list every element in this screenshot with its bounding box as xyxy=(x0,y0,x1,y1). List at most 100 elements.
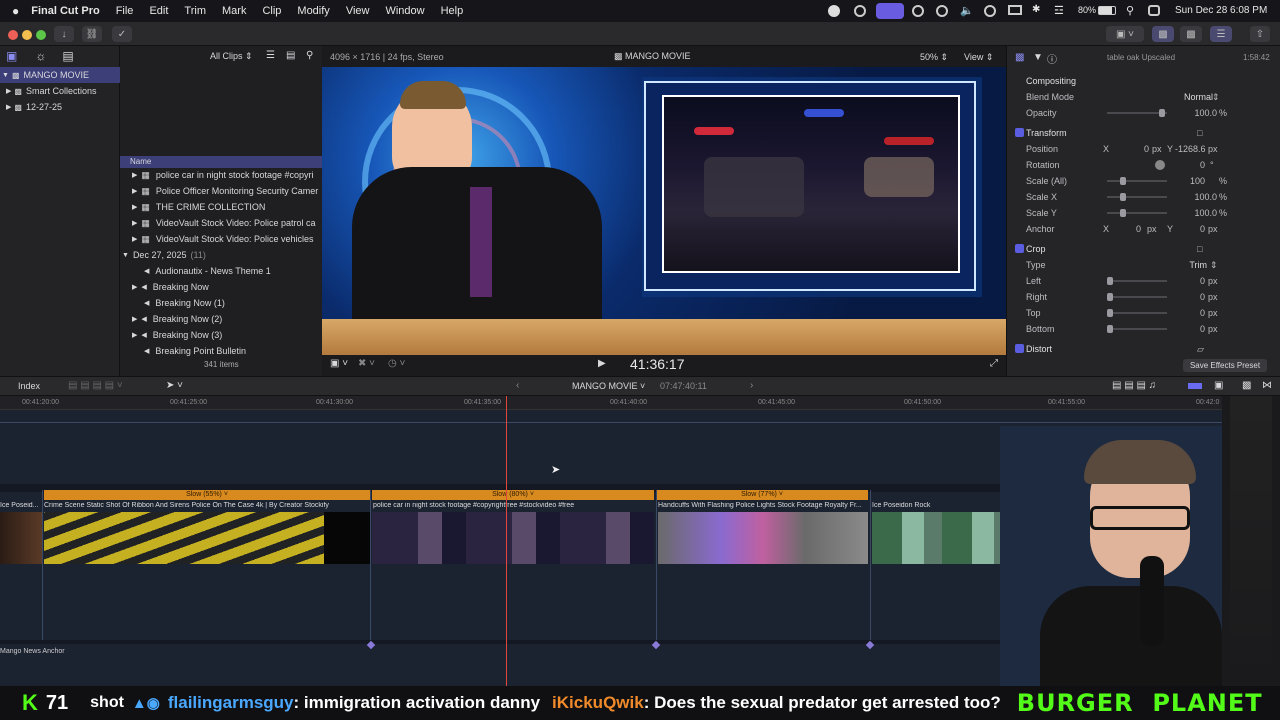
info-inspector-icon[interactable]: ⓘ xyxy=(1047,51,1057,66)
list-item[interactable]: ▶ ▦ police car in night stock footage #cop… xyxy=(120,167,322,183)
slider-knob[interactable] xyxy=(1120,177,1126,185)
clip-appearance-icon[interactable]: ▣ xyxy=(1214,380,1223,391)
apple-icon[interactable]: ● xyxy=(12,4,19,18)
list-item[interactable]: ▶ ◀ Breaking Now (2) xyxy=(120,311,322,327)
disclosure-icon[interactable]: ▶ xyxy=(6,87,11,95)
photos-icon[interactable]: ☼ xyxy=(35,49,46,63)
crop-overlay-icon[interactable]: □ xyxy=(1197,244,1202,254)
menu-help[interactable]: Help xyxy=(441,5,464,17)
menu-edit[interactable]: Edit xyxy=(149,5,168,17)
video-inspector-icon[interactable]: ▩ xyxy=(1015,52,1024,63)
list-item[interactable]: ▶ ▦ VideoVault Stock Video: Police vehicle… xyxy=(120,231,322,247)
blend-mode-row[interactable]: Blend Mode Normal ⇕ xyxy=(1007,89,1280,105)
zoom-button[interactable] xyxy=(36,30,46,40)
date-group[interactable]: ▼ Dec 27, 2025 (11) xyxy=(120,247,322,263)
transform-tool-icon[interactable]: ✖ ˅ xyxy=(358,358,375,369)
app-menu[interactable]: Final Cut Pro xyxy=(31,5,99,17)
menu-clip[interactable]: Clip xyxy=(262,5,281,17)
list-view-icon[interactable]: ☰ xyxy=(266,50,275,61)
view-menu[interactable]: View ⇕ xyxy=(964,52,993,63)
clip-thumbnail[interactable] xyxy=(324,512,370,564)
scale-x-row[interactable]: Scale X 100.0% xyxy=(1007,189,1280,205)
clip-thumbnail[interactable] xyxy=(0,512,42,564)
share-icon[interactable]: ⇧ xyxy=(1250,26,1270,42)
control-center-icon[interactable] xyxy=(1148,5,1160,16)
list-item[interactable]: ◀ Breaking Now (1) xyxy=(120,295,322,311)
play-icon[interactable] xyxy=(936,5,948,17)
zoom-slider-icon[interactable] xyxy=(1188,383,1202,389)
speed-icon[interactable]: ◷ ˅ xyxy=(388,358,405,369)
viewer-options-icon[interactable]: ▣ ˅ xyxy=(330,358,348,369)
audio-clip-name[interactable]: Mango News Anchor xyxy=(0,648,65,655)
layout-icon[interactable]: ▩ xyxy=(1180,26,1202,42)
menu-mark[interactable]: Mark xyxy=(222,5,246,17)
crop-right-row[interactable]: Right 0 px xyxy=(1007,289,1280,305)
library-item[interactable]: ▶ ▩ 12-27-25 xyxy=(0,99,120,115)
disclosure-icon[interactable]: ▼ xyxy=(2,72,9,79)
keyword-icon[interactable]: ⛓ xyxy=(82,26,102,42)
menu-file[interactable]: File xyxy=(116,5,134,17)
volume-icon[interactable]: 🔈 xyxy=(960,4,974,17)
library-item[interactable]: ▼ ▩ MANGO MOVIE xyxy=(0,67,120,83)
library-item[interactable]: ▶ ▩ Smart Collections xyxy=(0,83,120,99)
section-compositing[interactable]: Compositing xyxy=(1007,73,1280,89)
clip-thumbnail[interactable] xyxy=(44,512,324,564)
clip-appearance-icon[interactable]: ▤ xyxy=(286,50,295,61)
crop-checkbox[interactable] xyxy=(1015,244,1024,253)
crop-slider[interactable] xyxy=(1107,296,1167,298)
scale-slider[interactable] xyxy=(1107,180,1167,182)
minimize-button[interactable] xyxy=(22,30,32,40)
list-item[interactable]: ◀ Audionautix - News Theme 1 xyxy=(120,263,322,279)
status-icon[interactable] xyxy=(828,5,840,17)
menu-window[interactable]: Window xyxy=(385,5,424,17)
clip-filter[interactable]: All Clips ⇕ xyxy=(210,51,253,62)
list-item[interactable]: ▶ ▦ THE CRIME COLLECTION xyxy=(120,199,322,215)
scale-all-row[interactable]: Scale (All) 100% xyxy=(1007,173,1280,189)
position-row[interactable]: Position X 0 px Y -1268.6 px xyxy=(1007,141,1280,157)
fullscreen-icon[interactable]: ⤢ xyxy=(990,358,998,369)
import-icon[interactable]: ↓ xyxy=(54,26,74,42)
transitions-icon[interactable]: ⋈ xyxy=(1262,380,1272,391)
list-item[interactable]: ▶ ▦ VideoVault Stock Video: Police patrol … xyxy=(120,215,322,231)
libraries-icon[interactable]: ▣ xyxy=(6,49,17,63)
screen-record-icon[interactable] xyxy=(876,3,904,19)
section-distort[interactable]: Distort ▱ xyxy=(1007,341,1280,357)
close-button[interactable] xyxy=(8,30,18,40)
scale-slider[interactable] xyxy=(1107,196,1167,198)
slider-knob[interactable] xyxy=(1159,109,1165,117)
slider-knob[interactable] xyxy=(1107,293,1113,301)
crop-bottom-row[interactable]: Bottom 0 px xyxy=(1007,321,1280,337)
clock[interactable]: Sun Dec 28 6:08 PM xyxy=(1175,5,1267,16)
timeline-ruler[interactable]: 00:41:20:00 00:41:25:00 00:41:30:00 00:4… xyxy=(0,396,1222,410)
list-item[interactable]: ◀ Breaking Point Bulletin xyxy=(120,343,322,359)
edit-tools-icon[interactable]: ▤ ▤ ▤ ▤ ˅ xyxy=(68,380,123,391)
share-menu-icon[interactable]: ▣ ˅ xyxy=(1106,26,1144,42)
playhead[interactable] xyxy=(506,396,507,686)
retime-bar[interactable]: Slow (55%) ˅ xyxy=(44,490,370,500)
timeline-index-button[interactable]: Index xyxy=(18,381,40,391)
search-icon[interactable]: ⚲ xyxy=(306,50,313,61)
search-icon[interactable]: ⚲ xyxy=(1126,4,1134,17)
list-item[interactable]: ▶ ▦ Police Officer Monitoring Security Cam… xyxy=(120,183,322,199)
zoom-menu[interactable]: 50% ⇕ xyxy=(920,52,948,63)
slider-knob[interactable] xyxy=(1107,309,1113,317)
disclosure-icon[interactable]: ▶ xyxy=(6,103,11,111)
play-button[interactable]: ▶ xyxy=(598,358,606,369)
crop-top-row[interactable]: Top 0 px xyxy=(1007,305,1280,321)
layout-icon[interactable]: ☰ xyxy=(1210,26,1232,42)
transform-checkbox[interactable] xyxy=(1015,128,1024,137)
clip-thumbnail[interactable] xyxy=(658,512,868,564)
slider-knob[interactable] xyxy=(1107,325,1113,333)
slider-knob[interactable] xyxy=(1107,277,1113,285)
titles-icon[interactable]: ▤ xyxy=(62,49,73,63)
list-item[interactable]: ▶ ◀ Breaking Now (3) xyxy=(120,327,322,343)
wifi-icon[interactable]: ☲ xyxy=(1054,4,1064,17)
section-crop[interactable]: Crop □ xyxy=(1007,241,1280,257)
menu-trim[interactable]: Trim xyxy=(184,5,206,17)
slider-knob[interactable] xyxy=(1120,193,1126,201)
timeline-project-name[interactable]: MANGO MOVIE ˅ xyxy=(572,381,645,391)
rotation-row[interactable]: Rotation 0 ° xyxy=(1007,157,1280,173)
menu-view[interactable]: View xyxy=(346,5,370,17)
clip-thumbnail[interactable] xyxy=(372,512,654,564)
list-item[interactable]: ▶ ◀ Breaking Now xyxy=(120,279,322,295)
